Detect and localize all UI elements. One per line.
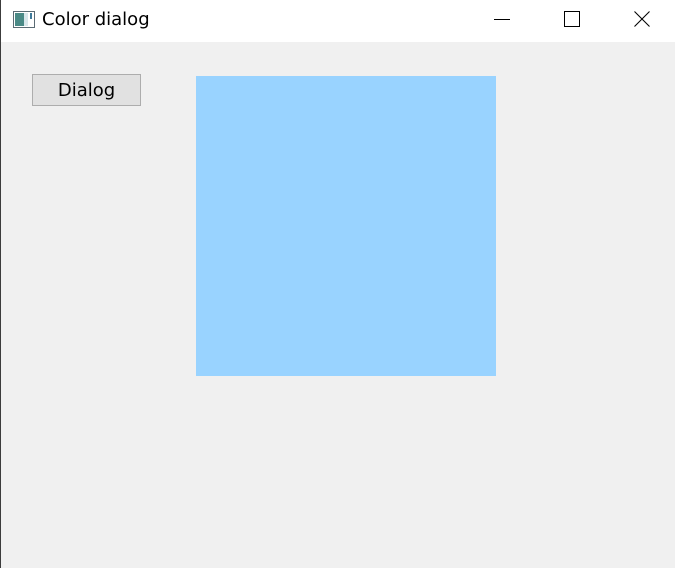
app-window-icon [13, 11, 35, 28]
client-area: Dialog [1, 42, 675, 568]
maximize-icon [564, 11, 580, 31]
title-bar[interactable]: Color dialog [1, 0, 675, 42]
minimize-icon [494, 11, 510, 31]
close-icon [634, 11, 650, 31]
main-window: Color dialog Dialog [0, 0, 675, 568]
close-button[interactable] [619, 0, 665, 42]
maximize-button[interactable] [549, 0, 595, 42]
window-title: Color dialog [42, 9, 150, 30]
minimize-button[interactable] [479, 0, 525, 42]
dialog-button[interactable]: Dialog [32, 74, 141, 106]
color-swatch [196, 76, 496, 376]
